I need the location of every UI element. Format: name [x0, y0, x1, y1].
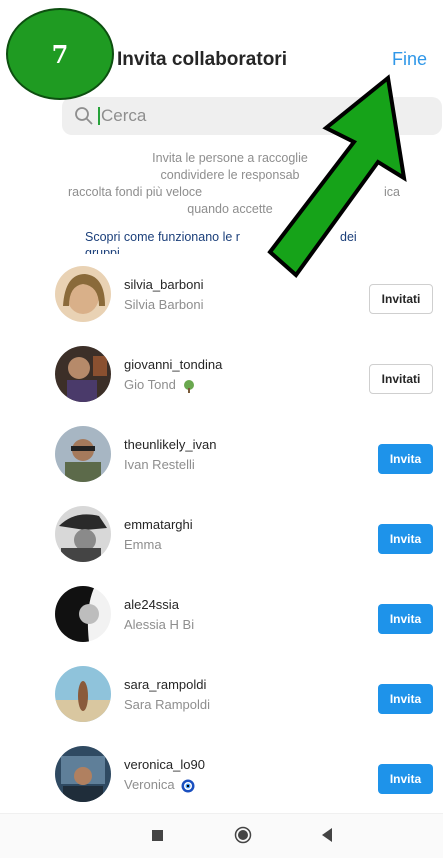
avatar-image	[55, 506, 111, 562]
username: emmatarghi	[124, 517, 193, 532]
invited-button[interactable]: Invitati	[369, 364, 433, 394]
invite-button[interactable]: Invita	[378, 524, 433, 554]
search-icon	[75, 107, 93, 125]
avatar-image	[55, 666, 111, 722]
full-name: Veronica	[124, 777, 195, 793]
system-navigation-bar	[0, 813, 443, 858]
tree-icon	[184, 379, 195, 393]
avatar-image	[55, 426, 111, 482]
text-cursor	[98, 107, 100, 125]
username: veronica_lo90	[124, 757, 205, 772]
nazar-eye-icon	[181, 779, 195, 793]
search-placeholder: Cerca	[101, 106, 147, 125]
page-title: Invita collaboratori	[117, 49, 287, 70]
full-name: Alessia H Bi	[124, 617, 195, 632]
invite-button[interactable]: Invita	[378, 444, 433, 474]
username: giovanni_tondina	[124, 357, 223, 372]
avatar	[55, 746, 111, 802]
user-row[interactable]: sara_rampoldi Sara Rampoldi Invita	[0, 666, 443, 746]
avatar	[55, 346, 111, 402]
done-button[interactable]: Fine	[392, 49, 427, 70]
home-icon[interactable]	[234, 826, 252, 844]
step-number-badge: 7	[6, 8, 114, 100]
username: theunlikely_ivan	[124, 437, 217, 452]
username: ale24ssia	[124, 597, 179, 612]
avatar	[55, 266, 111, 322]
username: sara_rampoldi	[124, 677, 207, 692]
avatar-image	[55, 346, 111, 402]
full-name: Silvia Barboni	[124, 297, 204, 312]
full-name: Sara Rampoldi	[124, 697, 210, 712]
full-name: Gio Tond	[124, 377, 196, 393]
invited-button[interactable]: Invitati	[369, 284, 433, 314]
username: silvia_barboni	[124, 277, 204, 292]
avatar	[55, 426, 111, 482]
back-icon[interactable]	[320, 827, 334, 843]
recent-apps-icon[interactable]	[152, 830, 163, 841]
green-arrow-icon	[267, 74, 407, 278]
user-row[interactable]: ale24ssia Alessia H Bi Invita	[0, 586, 443, 666]
avatar-image	[55, 586, 111, 642]
user-row[interactable]: giovanni_tondina Gio Tond Invitati	[0, 346, 443, 426]
user-row[interactable]: theunlikely_ivan Ivan Restelli Invita	[0, 426, 443, 506]
avatar-image	[55, 266, 111, 322]
invite-button[interactable]: Invita	[378, 684, 433, 714]
full-name: Ivan Restelli	[124, 457, 195, 472]
avatar	[55, 586, 111, 642]
full-name: Emma	[124, 537, 162, 552]
avatar	[55, 666, 111, 722]
user-row[interactable]: emmatarghi Emma Invita	[0, 506, 443, 586]
avatar	[55, 506, 111, 562]
invite-button[interactable]: Invita	[378, 764, 433, 794]
avatar-image	[55, 746, 111, 802]
invite-button[interactable]: Invita	[378, 604, 433, 634]
